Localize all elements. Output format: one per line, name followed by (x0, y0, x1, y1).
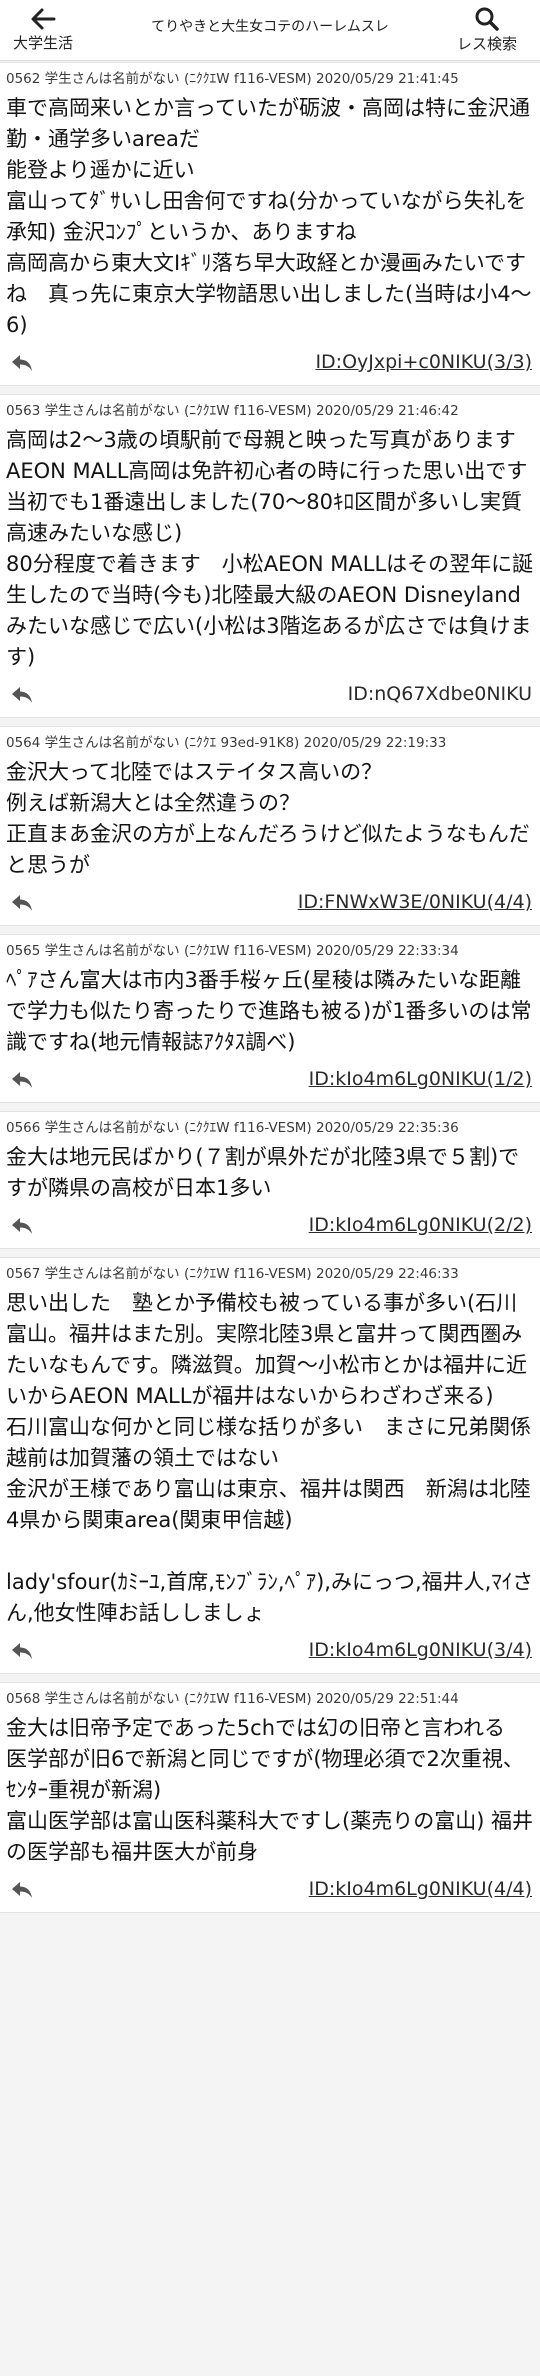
post-0567: 0567 学生さんは名前がない (ﾆｸｸｴW f116-VESM) 2020/0… (0, 1257, 540, 1674)
post-body: 金大は地元民ばかり(７割が県外だが北陸3県で５割)ですが隣県の高校が日本1多い (6, 1145, 520, 1200)
reply-icon[interactable] (10, 1880, 34, 1900)
post-0563: 0563 学生さんは名前がない (ﾆｸｸｴW f116-VESM) 2020/0… (0, 394, 540, 718)
post-body: 車で高岡来いとか言っていたが砺波・高岡は特に金沢通勤・通学多いareaだ 能登よ… (6, 96, 532, 337)
post-meta: 0564 学生さんは名前がない (ﾆｸｸｴ 93ed-91K8) 2020/05… (6, 735, 447, 751)
post-meta: 0563 学生さんは名前がない (ﾆｸｸｴW f116-VESM) 2020/0… (6, 403, 459, 419)
back-button-label: 大学生活 (12, 34, 73, 52)
reply-icon[interactable] (10, 353, 34, 373)
thread-title: てりやきと大生女コテのハーレムスレ (151, 19, 389, 35)
poster-id-link[interactable]: ID:OyJxpi+c0NIKU(3/3) (315, 351, 532, 373)
reply-icon[interactable] (10, 1641, 34, 1661)
poster-id-link[interactable]: ID:kIo4m6Lg0NIKU(3/4) (309, 1639, 532, 1661)
poster-id-link[interactable]: ID:kIo4m6Lg0NIKU(4/4) (309, 1878, 532, 1900)
back-arrow-icon (31, 8, 56, 30)
search-icon (475, 7, 499, 31)
post-footer: ID:kIo4m6Lg0NIKU(3/4) (6, 1629, 534, 1673)
post-body: 金大は旧帝予定であった5chでは幻の旧帝と言われる 医学部が旧6で新潟と同じです… (6, 1716, 534, 1864)
post-footer: ID:kIo4m6Lg0NIKU(1/2) (6, 1058, 534, 1102)
post-list: 0562 学生さんは名前がない (ﾆｸｸｴW f116-VESM) 2020/0… (0, 62, 540, 1921)
reply-icon[interactable] (10, 893, 34, 913)
post-footer: ID:OyJxpi+c0NIKU(3/3) (6, 341, 534, 385)
post-0568: 0568 学生さんは名前がない (ﾆｸｸｴW f116-VESM) 2020/0… (0, 1682, 540, 1913)
post-footer: ID:FNWxW3E/0NIKU(4/4) (6, 881, 534, 925)
app-header: 大学生活 てりやきと大生女コテのハーレムスレ レス検索 (0, 0, 540, 61)
post-meta: 0568 学生さんは名前がない (ﾆｸｸｴW f116-VESM) 2020/0… (6, 1691, 459, 1707)
search-button-label: レス検索 (456, 35, 517, 53)
reply-icon[interactable] (10, 1070, 34, 1090)
post-body: 高岡は2〜3歳の頃駅前で母親と映った写真があります AEON MALL高岡は免許… (6, 428, 534, 669)
post-footer: ID:kIo4m6Lg0NIKU(4/4) (6, 1868, 534, 1912)
poster-id-link[interactable]: ID:nQ67Xdbe0NIKU (348, 683, 532, 705)
poster-id-link[interactable]: ID:kIo4m6Lg0NIKU(2/2) (309, 1214, 532, 1236)
back-button[interactable]: 大学生活 (8, 0, 78, 60)
post-0566: 0566 学生さんは名前がない (ﾆｸｸｴW f116-VESM) 2020/0… (0, 1111, 540, 1249)
poster-id-link[interactable]: ID:FNWxW3E/0NIKU(4/4) (298, 891, 532, 913)
post-meta: 0567 学生さんは名前がない (ﾆｸｸｴW f116-VESM) 2020/0… (6, 1266, 459, 1282)
post-body: 思い出した 塾とか予備校も被っている事が多い(石川富山。福井はまた別。実際北陸3… (6, 1291, 534, 1625)
post-footer: ID:kIo4m6Lg0NIKU(2/2) (6, 1204, 534, 1248)
reply-icon[interactable] (10, 1216, 34, 1236)
post-0565: 0565 学生さんは名前がない (ﾆｸｸｴW f116-VESM) 2020/0… (0, 934, 540, 1103)
post-meta: 0562 学生さんは名前がない (ﾆｸｸｴW f116-VESM) 2020/0… (6, 71, 459, 87)
post-0562: 0562 学生さんは名前がない (ﾆｸｸｴW f116-VESM) 2020/0… (0, 62, 540, 386)
poster-id-link[interactable]: ID:kIo4m6Lg0NIKU(1/2) (309, 1068, 532, 1090)
post-footer: ID:nQ67Xdbe0NIKU (6, 673, 534, 717)
post-0564: 0564 学生さんは名前がない (ﾆｸｸｴ 93ed-91K8) 2020/05… (0, 726, 540, 926)
post-meta: 0566 学生さんは名前がない (ﾆｸｸｴW f116-VESM) 2020/0… (6, 1120, 459, 1136)
search-button[interactable]: レス検索 (442, 0, 532, 60)
post-body: ﾍﾟｱさん富大は市内3番手桜ヶ丘(星稜は隣みたいな距離で学力も似たり寄ったりで進… (6, 968, 532, 1054)
post-meta: 0565 学生さんは名前がない (ﾆｸｸｴW f116-VESM) 2020/0… (6, 943, 459, 959)
reply-icon[interactable] (10, 685, 34, 705)
post-body: 金沢大って北陸ではステイタス高いの？ 例えば新潟大とは全然違うの？ 正直まあ金沢… (6, 760, 530, 877)
